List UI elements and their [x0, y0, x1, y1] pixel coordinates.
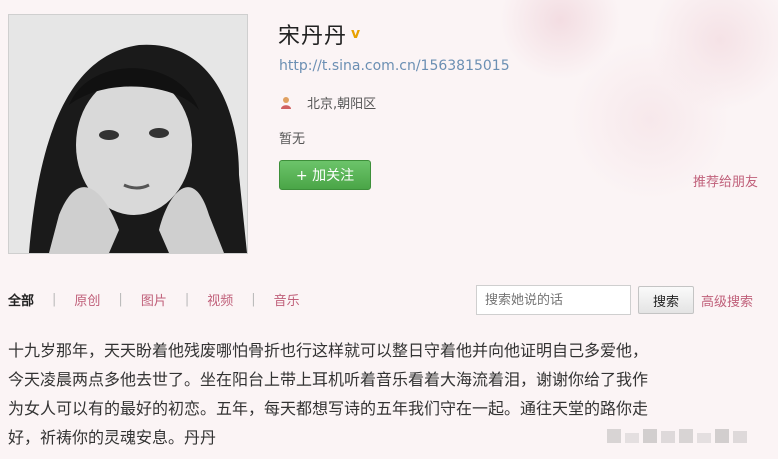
advanced-search-link[interactable]: 高级搜索	[701, 291, 753, 310]
tab-divider: |	[118, 292, 123, 307]
search-input[interactable]	[476, 285, 631, 315]
tab-images[interactable]: 图片	[141, 290, 167, 309]
profile-header: 宋丹丹 v	[278, 18, 365, 50]
tab-music[interactable]: 音乐	[274, 290, 300, 309]
follow-button[interactable]: + 加关注	[279, 160, 371, 190]
person-location-icon	[281, 96, 291, 109]
profile-name: 宋丹丹	[278, 24, 348, 49]
tab-divider: |	[52, 292, 57, 307]
recommend-to-friends-link[interactable]: 推荐给朋友	[693, 171, 758, 190]
tab-divider: |	[184, 292, 190, 307]
profile-url[interactable]: http://t.sina.com.cn/1563815015	[279, 58, 510, 74]
feed-tabs: 全部 | 原创 | 图片 | 视频 | 音乐	[8, 290, 300, 309]
verified-v-icon: v	[351, 26, 361, 42]
post-line: 十九岁那年，天天盼着他残废哪怕骨折也行这样就可以整日守着他并向他证明自己多爱他，	[8, 341, 649, 360]
tab-all[interactable]: 全部	[8, 290, 34, 309]
watermark-mosaic	[607, 429, 747, 443]
post-line: 为女人可以有的最好的初恋。五年，每天都想写诗的五年我们守在一起。通往天堂的路你走	[8, 399, 649, 418]
tab-original[interactable]: 原创	[74, 290, 100, 309]
tab-divider: |	[251, 292, 256, 307]
avatar[interactable]	[8, 14, 248, 254]
location-text: 北京,朝阳区	[307, 97, 377, 112]
post-line: 今天凌晨两点多他去世了。坐在阳台上带上耳机听着音乐看着大海流着泪，谢谢你给了我作	[8, 370, 649, 389]
profile-bio: 暂无	[279, 132, 306, 147]
search-button[interactable]: 搜索	[638, 286, 694, 314]
avatar-photo	[9, 15, 247, 253]
profile-location: 北京,朝阳区	[279, 93, 376, 112]
tab-videos[interactable]: 视频	[207, 290, 233, 309]
